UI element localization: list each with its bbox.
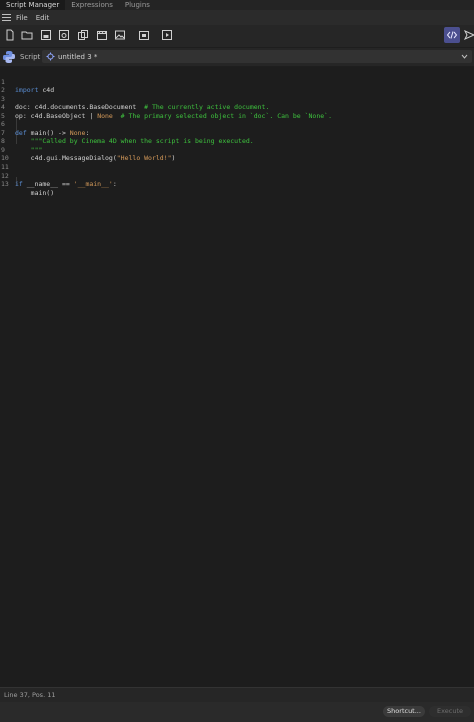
code-text: def main() -> None:	[15, 128, 90, 137]
code-editor[interactable]: 1 import c4d 2 3 doc: c4d.documents.Base…	[0, 67, 474, 687]
code-text: c4d.gui.MessageDialog("Hello World!")	[15, 154, 176, 162]
code-line: 7 """Called by Cinema 4D when the script…	[0, 120, 254, 146]
import-icon[interactable]	[137, 28, 151, 42]
script-name: untitled 3 *	[58, 52, 98, 61]
play-file-icon[interactable]	[160, 28, 174, 42]
toolbar	[0, 25, 474, 47]
open-folder-icon[interactable]	[20, 28, 34, 42]
code-line: 6 def main() -> None:	[0, 112, 89, 137]
code-text: doc: c4d.documents.BaseDocument # The cu…	[15, 103, 270, 111]
code-text: import c4d	[15, 86, 55, 94]
tab-plugins[interactable]: Plugins	[119, 0, 156, 10]
image-icon[interactable]	[113, 28, 127, 42]
code-text: main()	[15, 188, 55, 197]
code-text: """Called by Cinema 4D when the script i…	[15, 137, 254, 145]
code-line: 10	[0, 146, 16, 162]
code-line: 3 doc: c4d.documents.BaseDocument # The …	[0, 86, 269, 112]
script-label: Script	[20, 53, 41, 61]
code-line: 12 if __name__ == '__main__':	[0, 163, 117, 189]
script-file-icon	[46, 52, 55, 61]
film-icon[interactable]	[95, 28, 109, 42]
menu-bar: File Edit	[0, 10, 474, 25]
code-line: 4 op: c4d.BaseObject | None # The primar…	[0, 95, 332, 120]
code-line: 2	[0, 78, 16, 94]
manager-tabs: Script Manager Expressions Plugins	[0, 0, 474, 10]
code-line: 11	[0, 154, 16, 171]
script-bar: Script untitled 3 *	[0, 48, 474, 66]
code-line: 9 c4d.gui.MessageDialog("Hello World!")	[0, 137, 175, 163]
bottom-bar: Shortcut... Execute	[0, 702, 474, 722]
save-icon[interactable]	[39, 28, 53, 42]
code-line: 8 """	[0, 129, 42, 154]
status-bar: Line 37, Pos. 11	[0, 687, 474, 702]
chevron-down-icon	[461, 54, 468, 59]
run-icon[interactable]	[462, 28, 474, 42]
hamburger-menu-icon[interactable]	[2, 14, 11, 21]
code-text: op: c4d.BaseObject | None # The primary …	[15, 111, 332, 120]
code-view-icon[interactable]	[444, 27, 460, 43]
python-icon	[1, 49, 17, 65]
code-line: 5	[0, 103, 16, 120]
script-dropdown[interactable]: untitled 3 *	[42, 50, 472, 63]
tab-expressions[interactable]: Expressions	[65, 0, 119, 10]
code-line: 13 main()	[0, 172, 54, 197]
new-file-icon[interactable]	[3, 28, 17, 42]
tab-script-manager[interactable]: Script Manager	[0, 0, 66, 10]
line-number: 13	[1, 180, 9, 188]
duplicate-icon[interactable]	[76, 28, 90, 42]
execute-button[interactable]: Execute	[429, 706, 471, 717]
shortcut-button[interactable]: Shortcut...	[383, 706, 425, 717]
code-text: if __name__ == '__main__':	[15, 180, 117, 188]
code-text: """	[15, 145, 43, 154]
save-as-icon[interactable]	[57, 28, 71, 42]
menu-file[interactable]: File	[16, 14, 28, 22]
menu-edit[interactable]: Edit	[36, 14, 50, 22]
code-line: 1 import c4d	[0, 69, 54, 95]
cursor-position: Line 37, Pos. 11	[4, 691, 56, 699]
